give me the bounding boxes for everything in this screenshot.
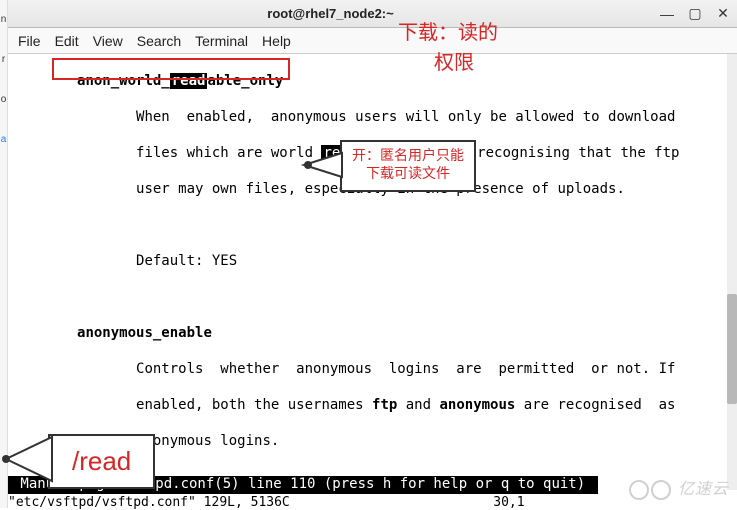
editor-left-gutter: nroa xyxy=(0,0,8,508)
watermark-ring-icon xyxy=(651,480,671,500)
man-text: Controls whether anonymous logins are pe… xyxy=(136,361,675,377)
menu-bar: File Edit View Search Terminal Help xyxy=(8,28,737,54)
callout-tail-icon xyxy=(300,150,344,180)
menu-help[interactable]: Help xyxy=(262,33,291,49)
annotation-box xyxy=(52,58,290,80)
terminal-output[interactable]: anon_world_readable_only When enabled, a… xyxy=(8,54,737,490)
annotation-text: 下载：读的 xyxy=(398,16,498,45)
menu-search[interactable]: Search xyxy=(137,33,181,49)
menu-terminal[interactable]: Terminal xyxy=(195,33,248,49)
annotation-search-term: /read xyxy=(48,434,155,489)
man-option: anonymous_enable xyxy=(77,325,212,341)
annotation-text: 权限 xyxy=(434,46,474,75)
man-text: enabled, both the usernames ftp and anon… xyxy=(136,397,675,413)
minimize-button[interactable]: — xyxy=(653,6,681,22)
watermark: 亿速云 xyxy=(629,475,729,500)
scrollbar-thumb[interactable] xyxy=(727,294,737,404)
man-text: When enabled, anonymous users will only … xyxy=(136,109,675,125)
man-text: anonymous logins. xyxy=(136,433,279,449)
callout-tail-icon xyxy=(0,434,54,484)
watermark-ring-icon xyxy=(629,480,649,500)
man-default: Default: YES xyxy=(136,253,237,269)
menu-file[interactable]: File xyxy=(18,33,41,49)
window-titlebar: root@rhel7_node2:~ — ▢ ✕ xyxy=(8,0,737,28)
window-title: root@rhel7_node2:~ xyxy=(8,6,653,21)
menu-edit[interactable]: Edit xyxy=(55,33,79,49)
menu-view[interactable]: View xyxy=(93,33,123,49)
close-button[interactable]: ✕ xyxy=(709,5,737,22)
annotation-callout: 开：匿名用户只能下载可读文件 xyxy=(340,140,476,192)
scrollbar[interactable] xyxy=(727,54,737,490)
maximize-button[interactable]: ▢ xyxy=(681,5,709,22)
cursor-icon xyxy=(585,476,594,492)
